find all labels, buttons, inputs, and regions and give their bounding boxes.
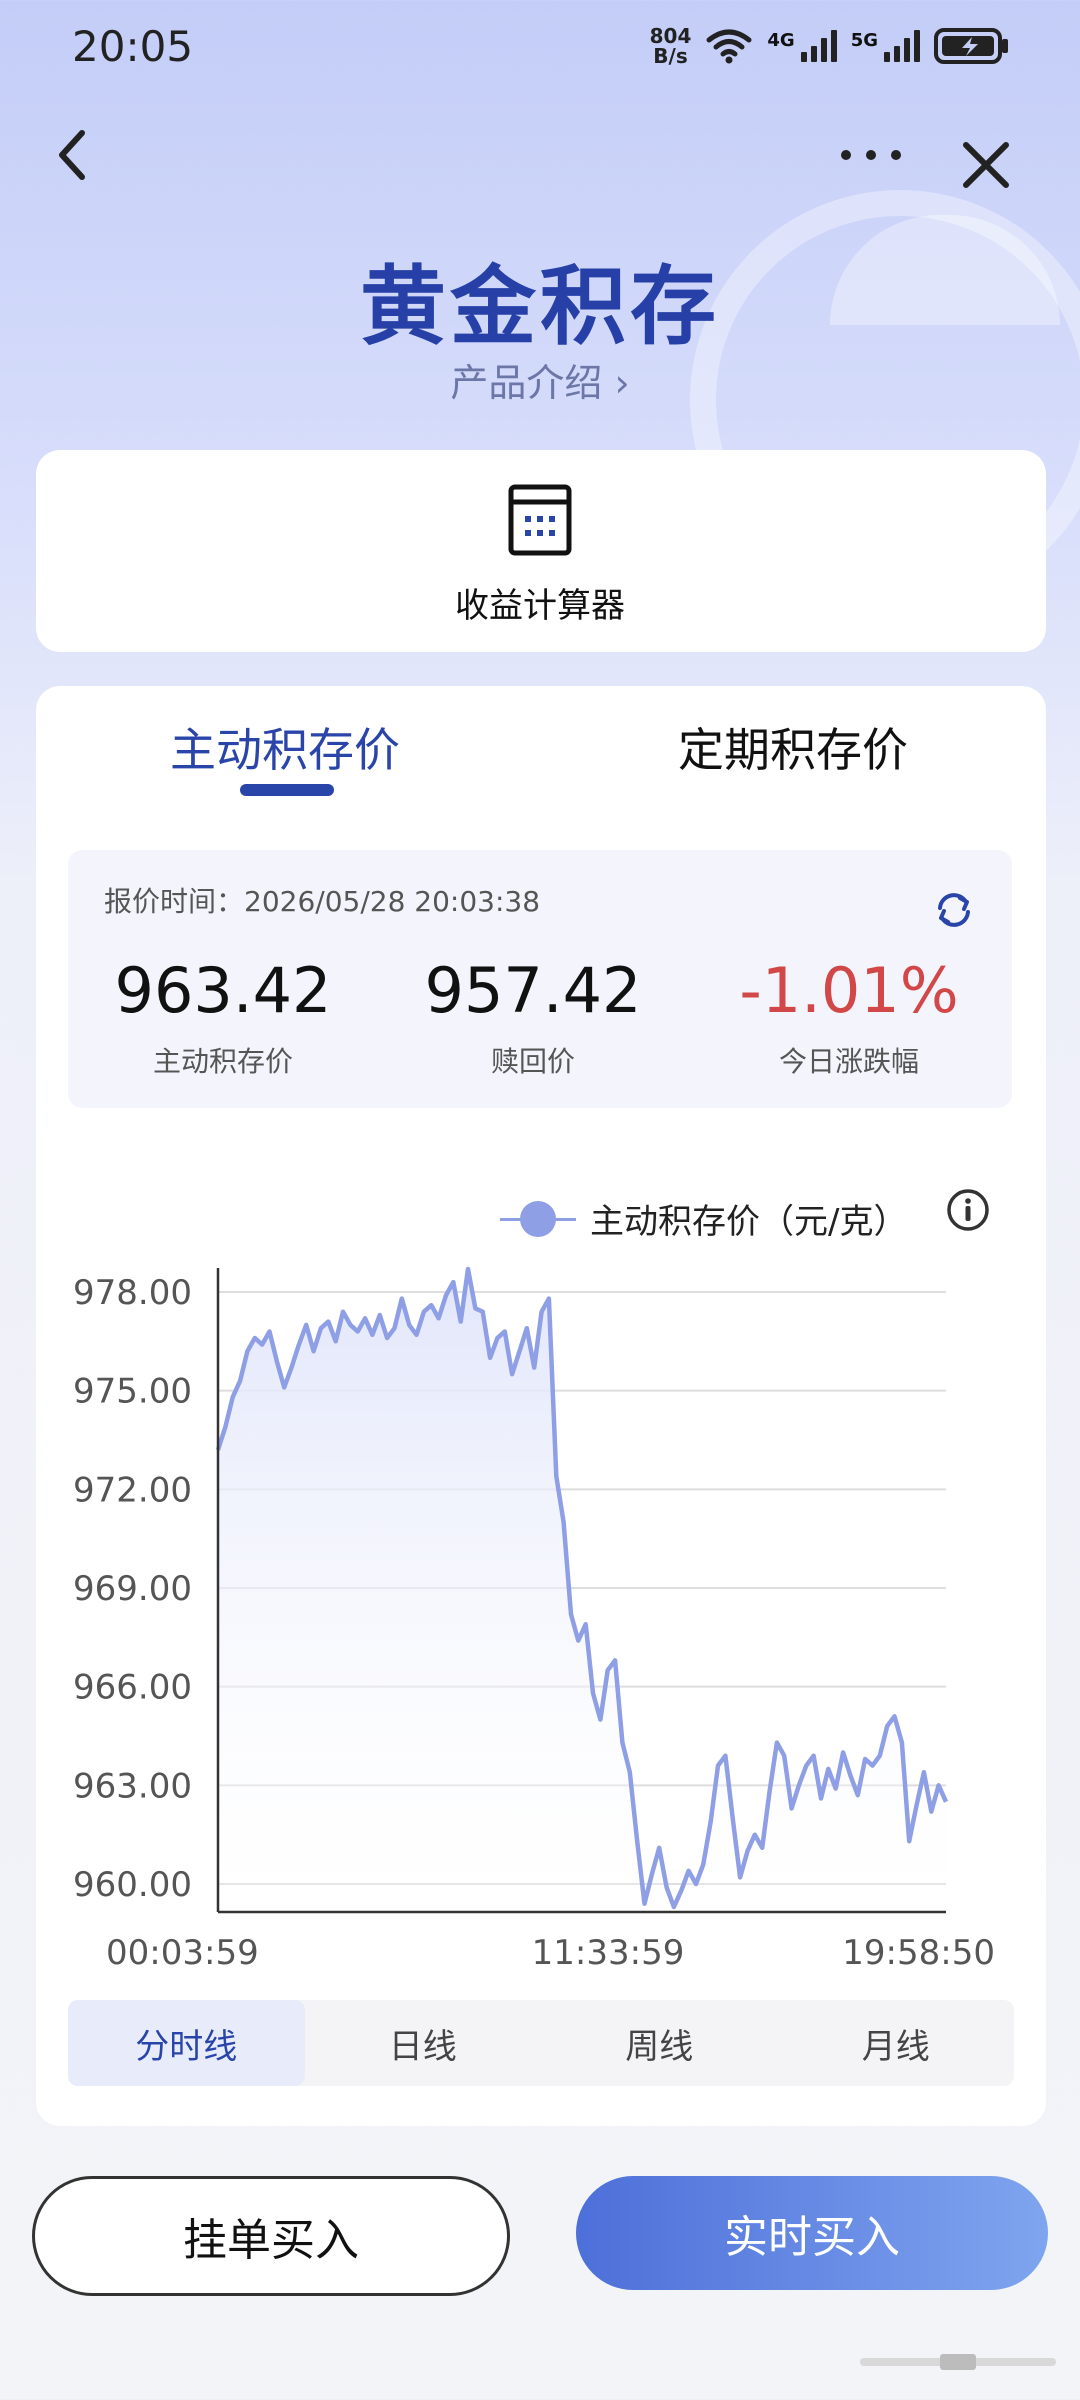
period-tab-intraday[interactable]: 分时线 <box>68 2000 305 2086</box>
chart-legend: 主动积存价（元/克） <box>500 1194 907 1243</box>
info-icon[interactable] <box>946 1188 990 1232</box>
battery-charging-icon <box>934 28 1008 64</box>
back-arrow-icon[interactable] <box>48 125 98 185</box>
calculator-icon <box>508 484 572 556</box>
refresh-icon[interactable] <box>934 890 974 930</box>
status-icons: 804 B/s 4G 5G <box>650 26 1010 66</box>
wifi-icon <box>706 29 752 64</box>
y-tick-label: 972.00 <box>73 1470 192 1510</box>
y-tick-label: 960.00 <box>73 1865 192 1905</box>
product-intro-link[interactable]: 产品介绍 › <box>0 352 1080 407</box>
network-speed-value: 804 <box>649 24 692 48</box>
daily-change-label: 今日涨跌幅 <box>778 1045 919 1078</box>
x-tick-label: 11:33:59 <box>532 1933 685 1973</box>
signal-4g-label: 4G <box>767 30 795 51</box>
quote-time-value: 2026/05/28 20:03:38 <box>244 885 541 918</box>
y-tick-label: 969.00 <box>73 1569 192 1609</box>
signal-5g-label: 5G <box>850 30 878 51</box>
active-price-label: 主动积存价 <box>152 1045 293 1078</box>
legend-label: 主动积存价（元/克） <box>590 1202 908 1242</box>
quote-time-label: 报价时间： <box>104 885 245 918</box>
redeem-price-label: 赎回价 <box>490 1045 575 1078</box>
status-time: 20:05 <box>72 22 194 71</box>
y-tick-label: 963.00 <box>73 1766 192 1806</box>
x-tick-label: 00:03:59 <box>106 1933 259 1973</box>
y-tick-label: 978.00 <box>73 1273 192 1313</box>
legend-marker <box>500 1200 576 1237</box>
period-tab-weekly[interactable]: 周线 <box>541 2000 778 2086</box>
page-title: 黄金积存 <box>360 257 720 357</box>
period-tab-daily[interactable]: 日线 <box>305 2000 542 2086</box>
tab-fixed-price[interactable]: 定期积存价 <box>678 714 908 780</box>
calculator-label: 收益计算器 <box>455 586 625 626</box>
signal-4g-icon: 4G <box>767 30 837 62</box>
network-speed-unit: B/s <box>653 44 688 68</box>
tab-active-price[interactable]: 主动积存价 <box>170 714 400 780</box>
x-tick-label: 19:58:50 <box>842 1933 995 1973</box>
close-icon[interactable] <box>956 135 1016 195</box>
redeem-price-value: 957.42 <box>424 954 642 1027</box>
y-tick-label: 966.00 <box>73 1668 192 1708</box>
instant-buy-button[interactable]: 实时买入 <box>576 2176 1048 2290</box>
navigation-handle[interactable] <box>860 2352 1056 2372</box>
period-tabs: 分时线 日线 周线 月线 <box>68 2000 1014 2086</box>
tab-underline <box>240 784 334 796</box>
limit-buy-button[interactable]: 挂单买入 <box>32 2176 510 2296</box>
more-options-icon[interactable] <box>836 140 906 170</box>
quote-time: 报价时间：2026/05/28 20:03:38 <box>104 880 540 920</box>
period-tab-monthly[interactable]: 月线 <box>778 2000 1015 2086</box>
y-tick-label: 975.00 <box>73 1372 192 1412</box>
network-speed: 804 B/s <box>650 26 692 66</box>
active-price-value: 963.42 <box>114 954 332 1027</box>
signal-5g-icon: 5G <box>851 30 920 62</box>
daily-change-value: -1.01% <box>739 954 959 1027</box>
